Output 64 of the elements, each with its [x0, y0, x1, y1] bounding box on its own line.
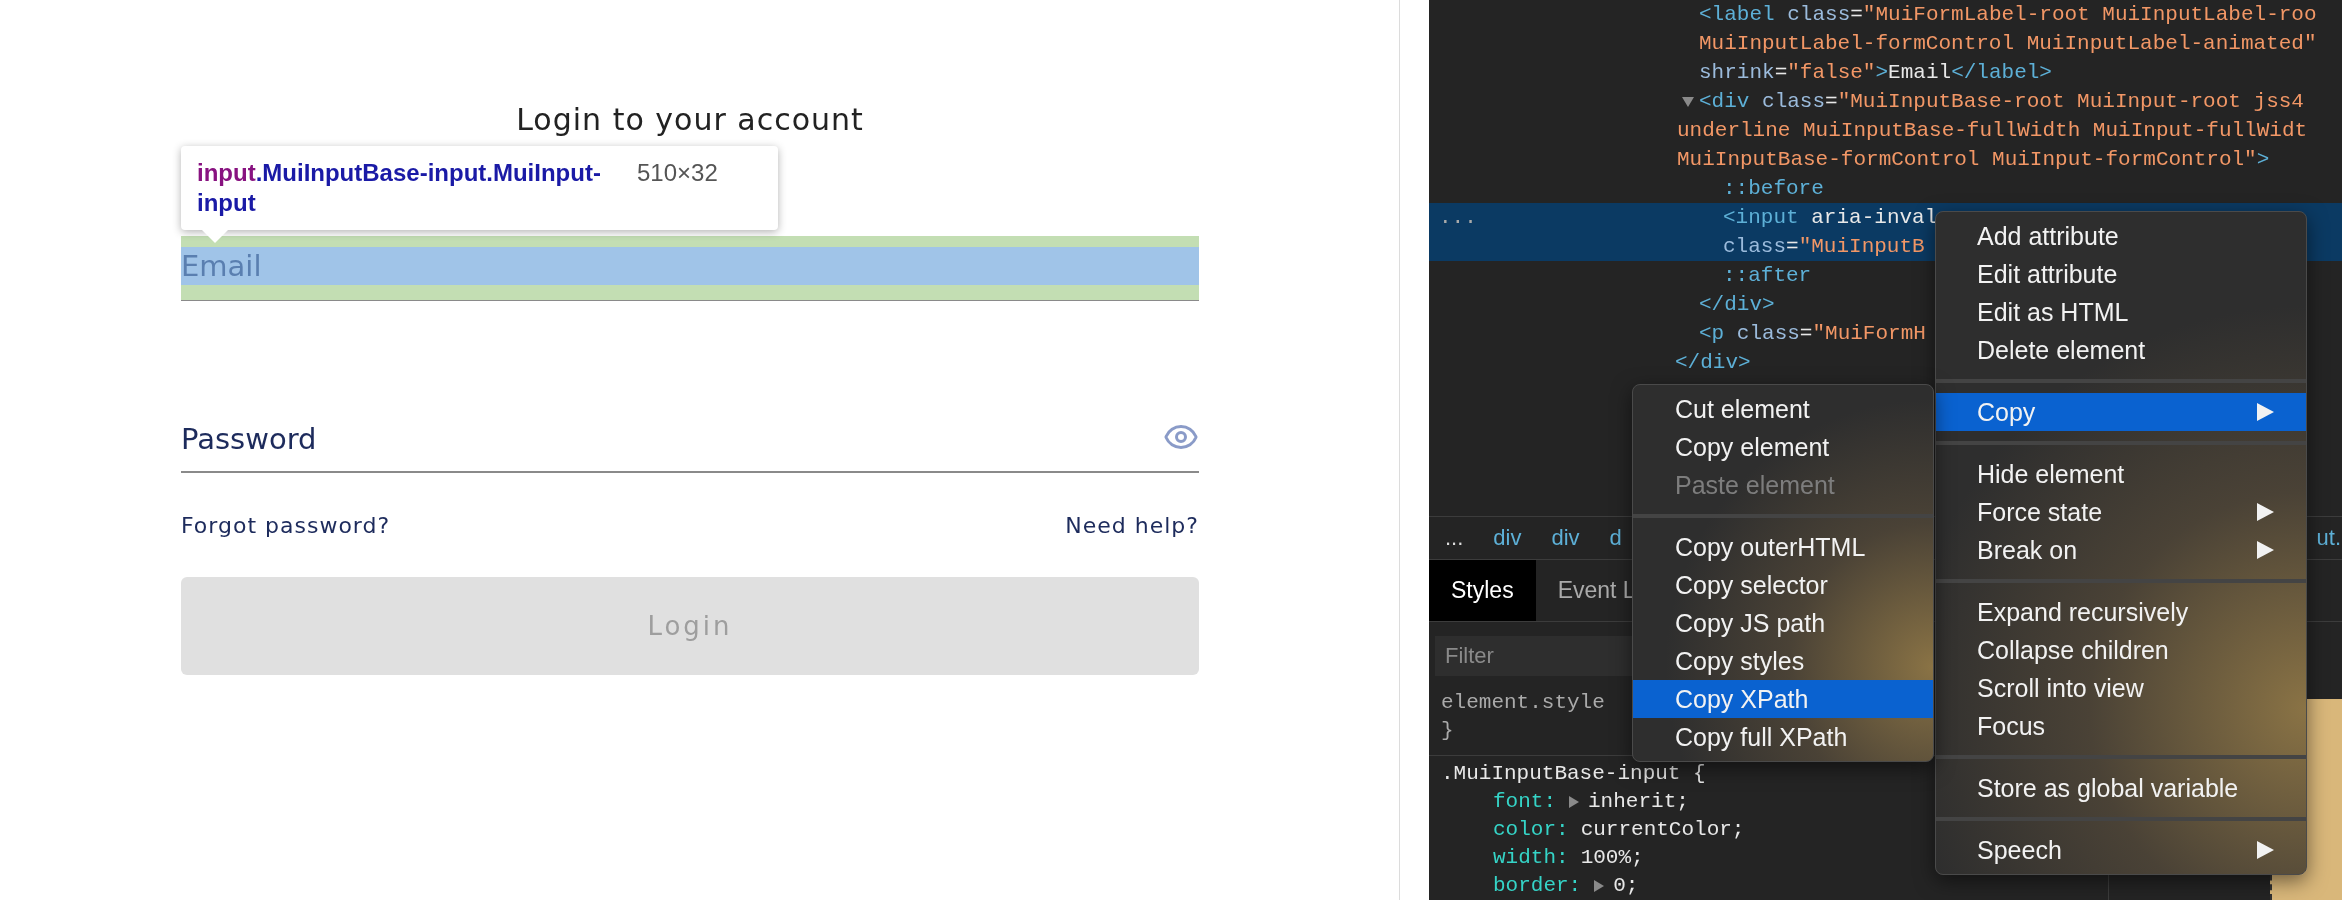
breadcrumb-item[interactable]: ...: [1445, 525, 1464, 552]
code-line: MuiInputLabel-formControl MuiInputLabel-animated": [1699, 31, 2317, 57]
menu-item[interactable]: Copy selector: [1633, 566, 1933, 604]
rule-selector: .MuiInputBase-input {: [1441, 762, 1706, 785]
menu-item[interactable]: Add attribute: [1936, 217, 2306, 255]
property-value: 0;: [1613, 873, 1639, 899]
breadcrumb-item[interactable]: div: [1493, 525, 1522, 552]
element-selector: input.MuiInputBase-input.MuiInput-input: [197, 158, 602, 218]
property-value: inherit;: [1588, 789, 1689, 815]
property-name: width:: [1493, 845, 1569, 871]
dom-node-row[interactable]: <p class="MuiFormH: [1429, 319, 1926, 348]
menu-item[interactable]: Collapse children: [1936, 631, 2306, 669]
menu-item[interactable]: Expand recursively: [1936, 593, 2306, 631]
property-value: 100%;: [1580, 845, 1644, 871]
menu-item[interactable]: Copy XPath: [1633, 680, 1933, 718]
menu-item[interactable]: Break on: [1936, 531, 2306, 569]
menu-item[interactable]: Hide element: [1936, 455, 2306, 493]
dom-node-row[interactable]: <label class="MuiFormLabel-root MuiInputLabel-roo MuiInputLabel-formControl MuiInputLabel-animated" shrink="false">Email</label>: [1429, 0, 2317, 87]
code-line: class="MuiInputB: [1723, 234, 1925, 260]
menu-item[interactable]: Edit as HTML: [1936, 293, 2306, 331]
menu-item[interactable]: Copy element: [1633, 428, 1933, 466]
menu-item[interactable]: Store as global variable: [1936, 769, 2306, 807]
panel-tab[interactable]: Styles: [1429, 559, 1536, 622]
text-link[interactable]: Need help?: [1065, 511, 1199, 541]
expand-triangle-icon[interactable]: [1593, 879, 1606, 893]
element-size: 510×32: [637, 158, 718, 188]
password-field[interactable]: Password: [181, 413, 1199, 473]
menu-item[interactable]: Scroll into view: [1936, 669, 2306, 707]
code-line: <label class="MuiFormLabel-root MuiInputLabel-roo: [1699, 2, 2317, 28]
code-line: </div>: [1675, 351, 1751, 374]
code-line: ::before: [1723, 176, 1824, 202]
menu-item[interactable]: Copy outerHTML: [1633, 528, 1933, 566]
dom-node-row[interactable]: ::before: [1429, 174, 1824, 203]
menu-item[interactable]: Speech: [1936, 831, 2306, 869]
breadcrumb-item[interactable]: ut.: [2316, 525, 2341, 552]
menu-item[interactable]: Copy: [1936, 393, 2306, 431]
menu-item[interactable]: Cut element: [1633, 390, 1933, 428]
code-line: ::after: [1723, 263, 1812, 289]
text-link[interactable]: Forgot password?: [181, 511, 391, 541]
breadcrumb-item[interactable]: div: [1551, 525, 1580, 552]
menu-item[interactable]: Force state: [1936, 493, 2306, 531]
code-line: MuiInputBase-formControl MuiInput-formControl">: [1677, 147, 2270, 173]
menu-item[interactable]: Focus: [1936, 707, 2306, 745]
row-marker[interactable]: ...: [1439, 203, 1477, 232]
breadcrumb-item[interactable]: d: [1609, 525, 1622, 552]
page-heading: Login to your account: [515, 101, 865, 139]
dom-node-row[interactable]: <div class="MuiInputBase-root MuiInput-root jss4 underline MuiInputBase-fullWidth MuiInput-fullWidt MuiInputBase-formControl MuiInput-formControl">: [1429, 87, 2308, 174]
code-line: shrink="false">Email</label>: [1699, 60, 2052, 86]
menu-item[interactable]: Copy full XPath: [1633, 718, 1933, 756]
expand-triangle-icon[interactable]: [1568, 795, 1580, 809]
code-line: underline MuiInputBase-fullWidth MuiInput-fullWidt: [1677, 118, 2308, 144]
property-value: currentColor;: [1580, 817, 1745, 843]
menu-item[interactable]: Delete element: [1936, 331, 2306, 369]
property-name: border:: [1493, 873, 1582, 899]
code-line: </div>: [1699, 293, 1775, 316]
style-rule-text: element.style: [1441, 691, 1605, 714]
code-line: <input aria-inval: [1723, 205, 1938, 231]
property-name: color:: [1493, 817, 1569, 843]
property-name: font:: [1493, 789, 1556, 815]
code-line: <div class="MuiInputBase-root MuiInput-root jss4: [1699, 89, 2304, 115]
dom-node-row[interactable]: ::after: [1429, 261, 1812, 290]
code-line: <p class="MuiFormH: [1699, 321, 1926, 347]
style-rule-text: }: [1441, 719, 1454, 742]
email-field[interactable]: Email: [181, 247, 1199, 285]
